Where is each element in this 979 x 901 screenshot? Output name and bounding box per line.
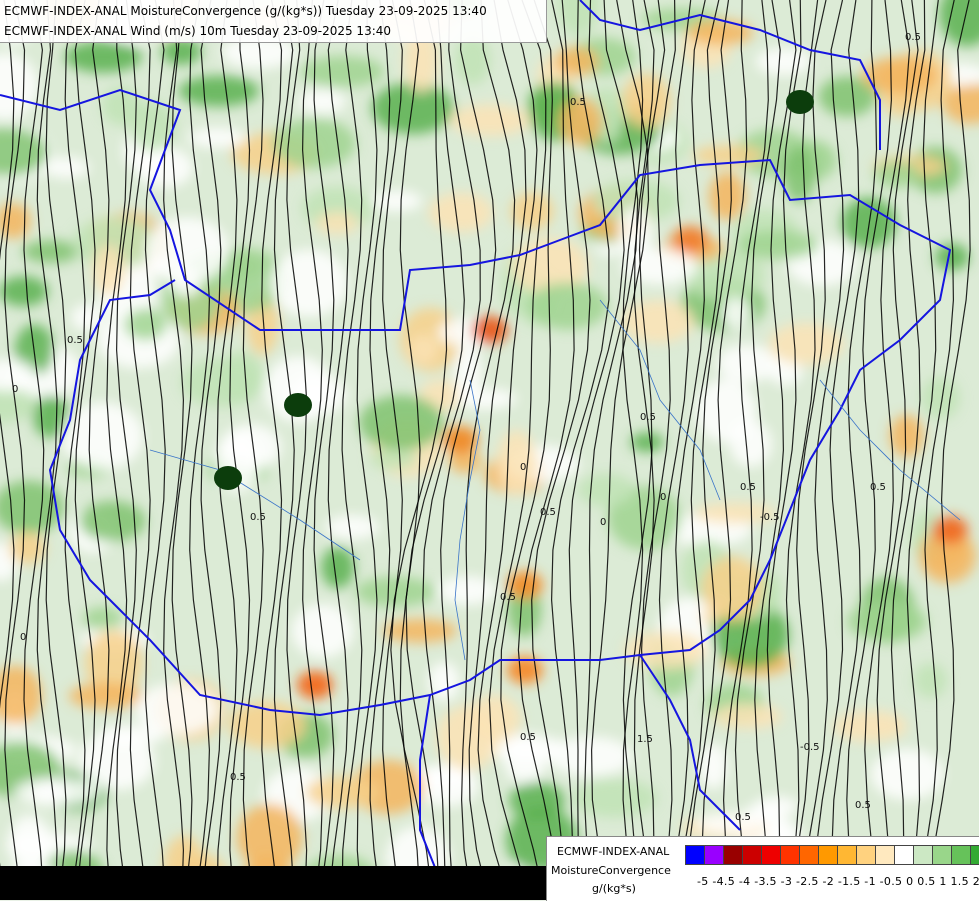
legend-swatch xyxy=(913,845,933,865)
legend-unit: g/(kg*s) xyxy=(592,882,636,895)
legend-variable: MoistureConvergence xyxy=(551,864,671,877)
contour-label: 0.5 xyxy=(520,732,536,743)
contour-label: 0 xyxy=(600,517,606,528)
contour-label: 0.5 xyxy=(540,507,556,518)
contour-label: 0 xyxy=(660,492,666,503)
legend-swatch xyxy=(780,845,800,865)
contour-label: 0.5 xyxy=(570,97,586,108)
legend-swatch xyxy=(742,845,762,865)
legend-swatch xyxy=(799,845,819,865)
contour-label: 0 xyxy=(520,462,526,473)
contour-label: -0.5 xyxy=(760,512,780,523)
map-bottom-edge xyxy=(0,866,546,900)
legend-swatch xyxy=(932,845,952,865)
contour-label: 1.5 xyxy=(637,734,653,745)
legend-tick-labels: -5 -4.5 -4 -3.5 -3 -2.5 -2 -1.5 -1 -0.5 … xyxy=(697,875,979,888)
legend-swatch xyxy=(894,845,914,865)
legend-swatch xyxy=(970,845,979,865)
legend-swatch xyxy=(875,845,895,865)
legend-swatch xyxy=(856,845,876,865)
contour-label: 0.5 xyxy=(640,412,656,423)
contour-label: 0 xyxy=(20,632,26,643)
contour-label: 0.5 xyxy=(905,32,921,43)
legend-swatch xyxy=(704,845,724,865)
contour-label: 0.5 xyxy=(500,592,516,603)
contour-label: 0.5 xyxy=(870,482,886,493)
contour-label: 0.5 xyxy=(230,772,246,783)
legend-swatch xyxy=(818,845,838,865)
legend-model: ECMWF-INDEX-ANAL xyxy=(557,845,670,858)
legend-swatch xyxy=(761,845,781,865)
color-legend: ECMWF-INDEX-ANAL MoistureConvergence g/(… xyxy=(546,836,979,901)
map-title-box: ECMWF-INDEX-ANAL MoistureConvergence (g/… xyxy=(0,0,547,43)
title-moisture-convergence: ECMWF-INDEX-ANAL MoistureConvergence (g/… xyxy=(4,4,487,18)
contour-label: 0.5 xyxy=(735,812,751,823)
legend-swatches xyxy=(685,845,979,865)
contour-label: 0.5 xyxy=(250,512,266,523)
contour-label: -0.5 xyxy=(800,742,820,753)
legend-swatch xyxy=(837,845,857,865)
legend-swatch xyxy=(951,845,971,865)
title-wind: ECMWF-INDEX-ANAL Wind (m/s) 10m Tuesday … xyxy=(4,24,392,38)
contour-label: 0.5 xyxy=(740,482,756,493)
legend-swatch xyxy=(685,845,705,865)
weather-map: 0 0 0.5 0.5 0 0.5 0 0.5 0.5 0.5 0 -0.5 0.5 1.5 0.5 0.5 0… xyxy=(0,0,979,900)
contour-label: 0 xyxy=(12,384,18,395)
contour-label: 0.5 xyxy=(855,800,871,811)
legend-swatch xyxy=(723,845,743,865)
contour-label: 0.5 xyxy=(67,335,83,346)
